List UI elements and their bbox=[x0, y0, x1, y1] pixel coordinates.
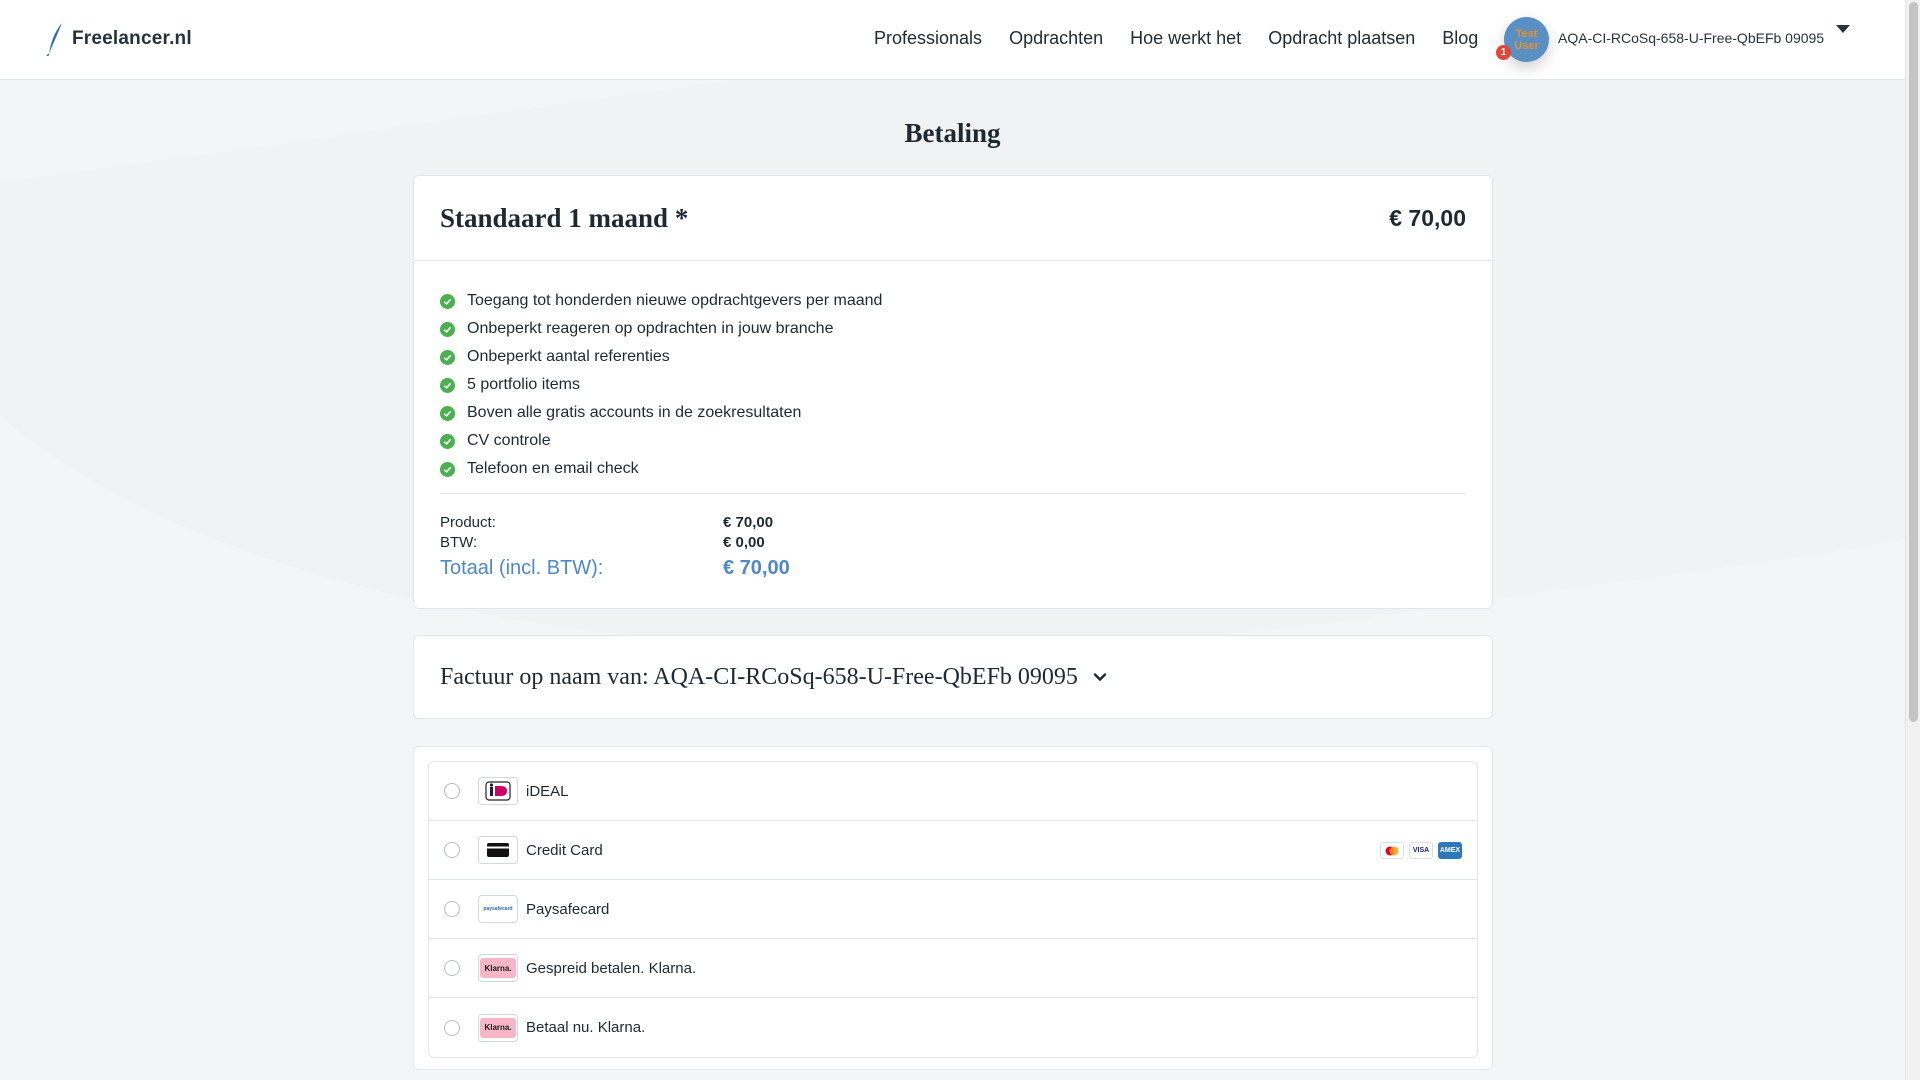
payment-label: Paysafecard bbox=[526, 900, 610, 918]
chevron-down-icon bbox=[1093, 673, 1107, 682]
feature-text: Toegang tot honderden nieuwe opdrachtgev… bbox=[467, 292, 883, 309]
plan-price: € 70,00 bbox=[1389, 204, 1466, 231]
check-icon bbox=[440, 461, 455, 477]
total-row: Totaal (incl. BTW): € 70,00 bbox=[440, 552, 1466, 584]
user-name: AQA-CI-RCoSq-658-U-Free-QbEFb 09095 bbox=[1558, 29, 1825, 46]
payment-option-klarna-now[interactable]: Klarna. Betaal nu. Klarna. bbox=[429, 998, 1477, 1057]
payment-label: Credit Card bbox=[526, 841, 603, 859]
nav-opdrachten[interactable]: Opdrachten bbox=[1009, 28, 1103, 49]
paysafecard-icon: paysafecard bbox=[478, 895, 518, 923]
nav-blog[interactable]: Blog bbox=[1442, 28, 1478, 49]
avatar-text: Test User bbox=[1514, 27, 1539, 52]
klarna-badge: Klarna. bbox=[480, 958, 516, 978]
main-nav: Professionals Opdrachten Hoe werkt het O… bbox=[874, 28, 1478, 49]
klarna-badge: Klarna. bbox=[480, 1017, 516, 1038]
klarna-icon: Klarna. bbox=[478, 954, 518, 982]
radio-button[interactable] bbox=[444, 842, 460, 858]
payment-label: Betaal nu. Klarna. bbox=[526, 1019, 646, 1036]
plan-name: Standaard 1 maand * bbox=[440, 202, 689, 233]
feature-item: Boven alle gratis accounts in de zoekres… bbox=[440, 399, 1466, 427]
payment-option-credit-card[interactable]: Credit Card VISA AMEX bbox=[429, 821, 1477, 880]
ideal-icon bbox=[478, 777, 518, 805]
btw-label: BTW: bbox=[440, 533, 478, 551]
scrollbar-thumb[interactable] bbox=[1909, 2, 1918, 722]
payment-option-paysafecard[interactable]: paysafecard Paysafecard bbox=[429, 880, 1477, 939]
plan-card: Standaard 1 maand * € 70,00 Toegang tot … bbox=[413, 175, 1493, 609]
klarna-icon: Klarna. bbox=[478, 1013, 518, 1042]
credit-card-icon bbox=[478, 836, 518, 864]
feature-text: CV controle bbox=[467, 432, 551, 449]
payment-label: iDEAL bbox=[526, 782, 569, 800]
total-value: € 70,00 bbox=[723, 556, 790, 579]
user-dropdown-caret-icon[interactable] bbox=[1836, 25, 1850, 33]
payment-methods-card: iDEAL Credit Card VISA AMEX paysafecard … bbox=[413, 746, 1493, 1070]
user-menu[interactable]: Test User 1 AQA-CI-RCoSq-658-U-Free-QbEF… bbox=[1496, 17, 1825, 62]
payment-option-ideal[interactable]: iDEAL bbox=[429, 762, 1477, 821]
invoice-label: Factuur op naam van: AQA-CI-RCoSq-658-U-… bbox=[440, 663, 1078, 690]
site-logo[interactable]: Freelancer.nl bbox=[46, 22, 192, 56]
radio-button[interactable] bbox=[444, 783, 460, 799]
amex-icon: AMEX bbox=[1438, 842, 1462, 859]
feature-item: CV controle bbox=[440, 427, 1466, 455]
payment-option-klarna-spread[interactable]: Klarna. Gespreid betalen. Klarna. bbox=[429, 939, 1477, 998]
feature-text: Onbeperkt reageren op opdrachten in jouw… bbox=[467, 320, 834, 337]
mastercard-icon bbox=[1380, 842, 1404, 859]
plan-header: Standaard 1 maand * € 70,00 bbox=[414, 176, 1492, 261]
product-value: € 70,00 bbox=[723, 513, 774, 531]
feature-item: Onbeperkt aantal referenties bbox=[440, 343, 1466, 371]
feature-list: Toegang tot honderden nieuwe opdrachtgev… bbox=[414, 261, 1492, 483]
page-title: Betaling bbox=[904, 118, 1001, 148]
logo-text: Freelancer.nl bbox=[72, 28, 192, 49]
check-icon bbox=[440, 293, 455, 309]
check-icon bbox=[440, 405, 455, 421]
invoice-toggle[interactable]: Factuur op naam van: AQA-CI-RCoSq-658-U-… bbox=[413, 635, 1493, 719]
check-icon bbox=[440, 321, 455, 337]
nav-opdracht-plaatsen[interactable]: Opdracht plaatsen bbox=[1268, 28, 1415, 49]
nav-hoe-werkt-het[interactable]: Hoe werkt het bbox=[1130, 28, 1241, 49]
radio-button[interactable] bbox=[444, 901, 460, 917]
visa-icon: VISA bbox=[1409, 842, 1433, 859]
nav-professionals[interactable]: Professionals bbox=[874, 28, 982, 49]
feature-item: Telefoon en email check bbox=[440, 455, 1466, 483]
price-summary: Product: € 70,00 BTW: € 0,00 Totaal (inc… bbox=[414, 494, 1492, 584]
check-icon bbox=[440, 377, 455, 393]
check-icon bbox=[440, 349, 455, 365]
feature-text: Onbeperkt aantal referenties bbox=[467, 348, 670, 365]
payment-method-list: iDEAL Credit Card VISA AMEX paysafecard … bbox=[428, 761, 1478, 1058]
card-brands: VISA AMEX bbox=[1380, 842, 1462, 859]
feature-text: 5 portfolio items bbox=[467, 376, 580, 393]
btw-value: € 0,00 bbox=[723, 533, 765, 551]
total-label: Totaal (incl. BTW): bbox=[440, 556, 604, 579]
product-row: Product: € 70,00 bbox=[440, 512, 1466, 532]
page-scrollbar[interactable] bbox=[1905, 0, 1920, 1080]
feature-item: Onbeperkt reageren op opdrachten in jouw… bbox=[440, 315, 1466, 343]
feature-item: Toegang tot honderden nieuwe opdrachtgev… bbox=[440, 287, 1466, 315]
payment-label: Gespreid betalen. Klarna. bbox=[526, 959, 697, 977]
top-header: Freelancer.nl Professionals Opdrachten H… bbox=[0, 0, 1905, 80]
radio-button[interactable] bbox=[444, 1019, 460, 1036]
feature-text: Boven alle gratis accounts in de zoekres… bbox=[467, 404, 802, 421]
product-label: Product: bbox=[440, 513, 496, 531]
feather-logo-icon bbox=[46, 23, 62, 56]
check-icon bbox=[440, 433, 455, 449]
feature-item: 5 portfolio items bbox=[440, 371, 1466, 399]
paysafecard-logo-text: paysafecard bbox=[483, 906, 513, 912]
btw-row: BTW: € 0,00 bbox=[440, 532, 1466, 552]
avatar[interactable]: Test User 1 bbox=[1496, 17, 1549, 62]
feature-text: Telefoon en email check bbox=[467, 460, 639, 477]
radio-button[interactable] bbox=[444, 960, 460, 976]
notification-badge[interactable]: 1 bbox=[1496, 45, 1511, 60]
